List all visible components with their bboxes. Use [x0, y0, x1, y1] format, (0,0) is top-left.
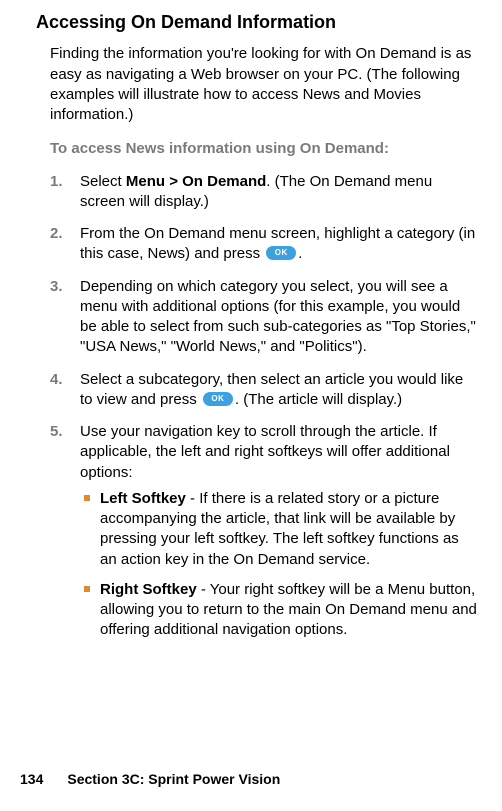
step-number: 2.	[50, 224, 63, 244]
step-text-tail: .	[298, 245, 302, 262]
square-bullet-icon	[84, 495, 90, 501]
intro-paragraph: Finding the information you're looking f…	[50, 44, 478, 125]
step-text: Use your navigation key to scroll throug…	[80, 423, 450, 481]
step-text-tail: . (The article will display.)	[235, 391, 402, 408]
step-number: 1.	[50, 172, 63, 192]
bullet-right-softkey: Right Softkey - Your right softkey will …	[80, 580, 478, 641]
step-4: 4. Select a subcategory, then select an …	[50, 370, 478, 411]
ok-button-icon: OK	[203, 392, 233, 406]
menu-path: Menu > On Demand	[126, 173, 266, 190]
page-number: 134	[20, 771, 43, 787]
step-1: 1. Select Menu > On Demand. (The On Dema…	[50, 172, 478, 213]
ok-button-icon: OK	[266, 246, 296, 260]
square-bullet-icon	[84, 586, 90, 592]
bullet-label: Right Softkey	[100, 581, 197, 598]
page-title: Accessing On Demand Information	[36, 10, 478, 34]
subheading: To access News information using On Dema…	[50, 139, 478, 159]
step-text: Depending on which category you select, …	[80, 278, 476, 356]
bullet-left-softkey: Left Softkey - If there is a related sto…	[80, 489, 478, 570]
step-text: Select	[80, 173, 126, 190]
step-number: 5.	[50, 422, 63, 442]
page-footer: 134 Section 3C: Sprint Power Vision	[20, 770, 280, 789]
step-number: 3.	[50, 277, 63, 297]
steps-list: 1. Select Menu > On Demand. (The On Dema…	[50, 172, 478, 641]
step-5: 5. Use your navigation key to scroll thr…	[50, 422, 478, 641]
step-3: 3. Depending on which category you selec…	[50, 277, 478, 358]
bullet-label: Left Softkey	[100, 490, 186, 507]
bullet-list: Left Softkey - If there is a related sto…	[80, 489, 478, 641]
step-2: 2. From the On Demand menu screen, highl…	[50, 224, 478, 265]
section-label: Section 3C: Sprint Power Vision	[67, 771, 280, 787]
step-number: 4.	[50, 370, 63, 390]
